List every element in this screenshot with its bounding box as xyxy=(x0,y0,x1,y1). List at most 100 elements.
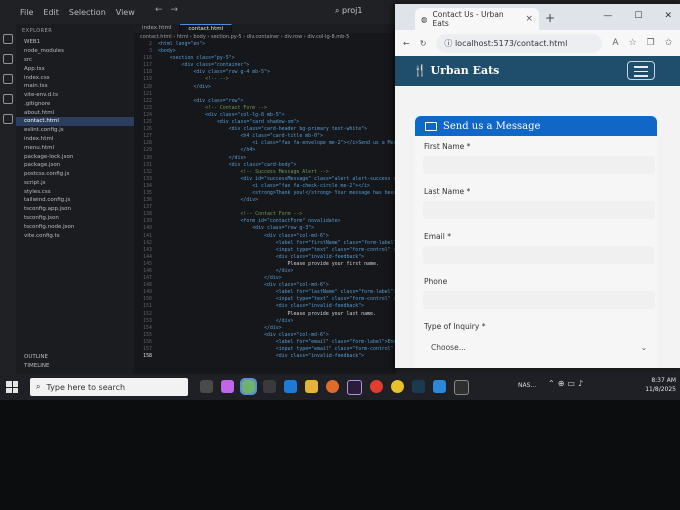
extensions-icon[interactable] xyxy=(3,114,13,124)
code-line[interactable]: 129 </h4> xyxy=(134,147,396,154)
menu-view[interactable]: View xyxy=(116,8,135,17)
code-line[interactable]: 136 </div> xyxy=(134,197,396,204)
explorer-file-item[interactable]: index.html xyxy=(16,135,134,144)
maximize-icon[interactable]: ☐ xyxy=(634,11,642,21)
explorer-file-item[interactable]: src xyxy=(16,56,134,65)
tab-index-html[interactable]: index.html xyxy=(134,24,181,33)
source-control-icon[interactable] xyxy=(3,74,13,84)
explorer-file-item[interactable]: .gitignore xyxy=(16,99,134,108)
code-line[interactable]: 138 <!-- Contact Form --> xyxy=(134,211,396,218)
explorer-file-item[interactable]: package-lock.json xyxy=(16,152,134,161)
code-line[interactable]: 133 <div id="successMessage" class="aler… xyxy=(134,176,396,183)
menu-edit[interactable]: Edit xyxy=(43,8,59,17)
explorer-file-item[interactable]: vite-env.d.ts xyxy=(16,91,134,100)
menu-selection[interactable]: Selection xyxy=(69,8,106,17)
favorites-list-icon[interactable]: ✩ xyxy=(665,38,673,48)
explorer-file-item[interactable]: tsconfig.json xyxy=(16,214,134,223)
code-line[interactable]: 132 <!-- Success Message Alert --> xyxy=(134,169,396,176)
explorer-file-item[interactable]: tsconfig.node.json xyxy=(16,222,134,231)
news-widget[interactable]: NAS... xyxy=(518,382,536,389)
clock[interactable]: 8:37 AM 11/8/2025 xyxy=(645,376,676,394)
address-bar[interactable]: ⓘ localhost:5173/contact.html xyxy=(436,33,603,53)
explorer-icon[interactable] xyxy=(3,34,13,44)
terminal-icon[interactable] xyxy=(412,379,425,393)
code-line[interactable]: 130 </div> xyxy=(134,155,396,162)
code-line[interactable]: 139 <form id="contactForm" novalidate> xyxy=(134,218,396,225)
code-line[interactable]: 150 <input type="text" class="form-contr… xyxy=(134,296,396,303)
close-tab-icon[interactable]: × xyxy=(525,14,533,24)
code-line[interactable]: 157 <input type="email" class="form-cont… xyxy=(134,346,396,353)
code-line[interactable]: 149 <label for="lastName" class="form-la… xyxy=(134,289,396,296)
code-line[interactable]: 153 </div> xyxy=(134,318,396,325)
email-input[interactable] xyxy=(423,246,655,264)
store-icon[interactable] xyxy=(263,379,276,393)
command-search[interactable]: ⌕ proj1 xyxy=(335,6,362,16)
taskbar-search[interactable]: ⌕ Type here to search xyxy=(30,378,188,396)
explorer-file-item[interactable]: package.json xyxy=(16,161,134,170)
code-line[interactable]: 142 <label for="firstName" class="form-l… xyxy=(134,240,396,247)
windows-start-icon[interactable] xyxy=(6,381,18,393)
system-tray[interactable]: ⌃⊕▭♪ xyxy=(548,379,586,388)
explorer-file-item[interactable]: node_modules xyxy=(16,47,134,56)
code-line[interactable]: 146 </div> xyxy=(134,268,396,275)
code-line[interactable]: 120 </div> xyxy=(134,84,396,91)
explorer-file-item[interactable]: main.tsx xyxy=(16,82,134,91)
edge-icon[interactable] xyxy=(240,377,257,395)
favorite-icon[interactable]: ☆ xyxy=(629,38,637,48)
code-line[interactable]: 119 <!-- --> xyxy=(134,76,396,83)
inquiry-type-select[interactable]: Choose... ⌄ xyxy=(423,339,655,357)
mail-icon[interactable] xyxy=(284,379,297,393)
new-tab-button[interactable]: + xyxy=(545,11,555,25)
code-line[interactable]: 143 <input type="text" class="form-contr… xyxy=(134,247,396,254)
explorer-file-item[interactable]: index.css xyxy=(16,73,134,82)
run-debug-icon[interactable] xyxy=(3,94,13,104)
code-line[interactable]: 118 <div class="row g-4 mb-5"> xyxy=(134,69,396,76)
collections-icon[interactable]: ❐ xyxy=(647,38,655,48)
code-line[interactable]: 137 xyxy=(134,204,396,211)
code-line[interactable]: 152 Please provide your last name. xyxy=(134,311,396,318)
navbar-toggler-button[interactable] xyxy=(627,61,655,80)
explorer-file-item[interactable]: script.js xyxy=(16,179,134,188)
explorer-file-item[interactable]: about.html xyxy=(16,108,134,117)
code-line[interactable]: 155 <div class="col-md-6"> xyxy=(134,332,396,339)
window-icon[interactable] xyxy=(454,379,469,395)
code-line[interactable]: 151 <div class="invalid-feedback"> xyxy=(134,303,396,310)
code-line[interactable]: 3 <body> xyxy=(134,48,396,55)
minimize-icon[interactable]: — xyxy=(603,11,612,21)
vscode-icon[interactable] xyxy=(433,379,446,393)
code-line[interactable]: 121 xyxy=(134,91,396,98)
brand-logo[interactable]: 🍴 Urban Eats xyxy=(413,64,499,77)
explorer-file-item[interactable]: WEB1 xyxy=(16,38,134,47)
task-view-icon[interactable] xyxy=(200,379,213,393)
vivaldi-icon[interactable] xyxy=(370,379,383,393)
explorer-file-item[interactable]: menu.html xyxy=(16,143,134,152)
code-line[interactable]: 134 <i class="fas fa-check-circle me-2">… xyxy=(134,183,396,190)
outline-section[interactable]: OUTLINE xyxy=(16,352,134,361)
code-line[interactable]: 131 <div class="card-body"> xyxy=(134,162,396,169)
code-line[interactable]: 154 </div> xyxy=(134,325,396,332)
browser-tab[interactable]: ◍ Contact Us - Urban Eats × xyxy=(415,8,539,30)
breadcrumb[interactable]: contact.html › html › body › section.py-… xyxy=(134,33,396,41)
code-line[interactable]: 123 <!-- Contact Form --> xyxy=(134,105,396,112)
refresh-icon[interactable]: ↻ xyxy=(420,39,427,48)
explorer-file-item[interactable]: vite.config.ts xyxy=(16,231,134,240)
read-aloud-icon[interactable]: A xyxy=(612,38,618,48)
last-name-input[interactable] xyxy=(423,201,655,219)
code-editor[interactable]: index.html contact.html contact.html › h… xyxy=(134,24,396,374)
code-line[interactable]: 144 <div class="invalid-feedback"> xyxy=(134,254,396,261)
code-line[interactable]: 124 <div class="col-lg-8 mb-5"> xyxy=(134,112,396,119)
search-icon[interactable] xyxy=(3,54,13,64)
code-line[interactable]: 125 <div class="card shadow-sm"> xyxy=(134,119,396,126)
close-window-icon[interactable]: ✕ xyxy=(664,11,672,21)
back-icon[interactable]: ← xyxy=(403,39,410,48)
code-line[interactable]: 128 <i class="fas fa-envelope me-2"></i>… xyxy=(134,140,396,147)
code-line[interactable]: 126 <div class="card-header bg-primary t… xyxy=(134,126,396,133)
explorer-file-item[interactable]: eslint.config.js xyxy=(16,126,134,135)
code-line[interactable]: 145 Please provide your first name. xyxy=(134,261,396,268)
code-line[interactable]: 141 <div class="col-md-6"> xyxy=(134,233,396,240)
tab-contact-html[interactable]: contact.html xyxy=(180,24,233,33)
code-line[interactable]: 140 <div class="row g-3"> xyxy=(134,225,396,232)
nav-arrows[interactable]: ←→ xyxy=(155,5,186,15)
code-area[interactable]: 2 <html lang="en"> 3 <body> 116 <section cla… xyxy=(134,41,396,360)
code-line[interactable]: 135 <strong>Thank you!</strong> Your mes… xyxy=(134,190,396,197)
